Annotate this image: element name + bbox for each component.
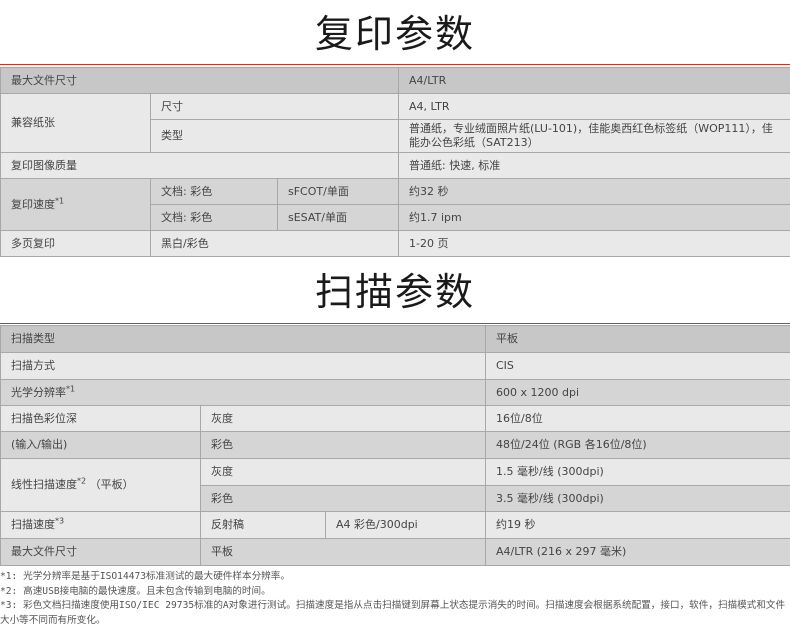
scan-speed-label: 扫描速度 <box>11 518 55 531</box>
scan-depth-color-value: 48位/24位 (RGB 各16位/8位) <box>485 431 790 459</box>
scan-io-label: (输入/输出) <box>0 431 201 459</box>
scan-line-footnote-ref: *2 <box>77 476 87 486</box>
scan-speed-label-cell: 扫描速度*3 <box>0 511 201 539</box>
scan-row-resolution: 光学分辨率*1 600 x 1200 dpi <box>0 379 790 406</box>
scan-depth-gray-value: 16位/8位 <box>485 405 790 432</box>
footnote-1: *1: 光学分辨率是基于ISO14473标准测试的最大硬件样本分辨率。 <box>0 571 290 582</box>
scan-type-value: 平板 <box>485 325 790 353</box>
scan-depth-color-label: 彩色 <box>200 431 486 459</box>
copy-quality-label: 复印图像质量 <box>0 152 400 179</box>
copy-speed-label-cell: 复印速度*1 <box>0 178 151 231</box>
scan-line-gray-label: 灰度 <box>200 458 486 486</box>
scan-row-depth-color: (输入/输出) 彩色 48位/24位 (RGB 各16位/8位) <box>0 431 790 459</box>
scan-method-value: CIS <box>485 352 790 380</box>
copy-multi-value: 1-20 页 <box>398 230 790 257</box>
scan-res-label: 光学分辨率 <box>11 385 66 399</box>
scan-speed-mode: A4 彩色/300dpi <box>325 511 486 539</box>
scan-row-method: 扫描方式 CIS <box>0 352 790 380</box>
scan-row-type: 扫描类型 平板 <box>0 325 790 353</box>
copy-accent-line <box>0 64 790 65</box>
copy-media-type-value: 普通纸，专业绒面照片纸(LU-101)，佳能奥西红色标签纸（WOP111），佳能… <box>398 119 790 153</box>
scan-line-color-value: 3.5 毫秒/线 (300dpi) <box>485 485 790 512</box>
scan-res-value: 600 x 1200 dpi <box>485 379 790 406</box>
copy-speed-value-2: 约1.7 ipm <box>398 204 790 231</box>
copy-row-multi: 多页复印 黑白/彩色 1-20 页 <box>0 230 790 257</box>
scan-speed-value: 约19 秒 <box>485 511 790 539</box>
copy-speed-label: 复印速度 <box>11 197 55 211</box>
copy-row-media-size: 兼容纸张 尺寸 A4, LTR <box>0 93 790 153</box>
scan-method-label: 扫描方式 <box>0 352 486 380</box>
copy-speed-footnote-ref: *1 <box>55 195 65 205</box>
scan-accent-line <box>0 323 790 324</box>
copy-section-title: 复印参数 <box>314 12 475 56</box>
scan-depth-label: 扫描色彩位深 <box>0 405 201 432</box>
copy-speed-mode-2: sESAT/单面 <box>276 204 400 231</box>
copy-media-label: 兼容纸张 <box>0 93 151 153</box>
copy-multi-label: 多页复印 <box>0 230 151 257</box>
scan-max-source: 平板 <box>200 538 486 566</box>
copy-media-size-value: A4, LTR <box>398 93 790 120</box>
copy-row-speed-1: 复印速度*1 文档: 彩色 sFCOT/单面 约32 秒 <box>0 178 790 231</box>
scan-res-label-cell: 光学分辨率*1 <box>0 379 486 406</box>
copy-speed-doc-1: 文档: 彩色 <box>150 178 278 205</box>
scan-row-line-gray: 线性扫描速度*2 （平板） 灰度 1.5 毫秒/线 (300dpi) <box>0 458 790 512</box>
scan-max-value: A4/LTR (216 x 297 毫米) <box>485 538 790 566</box>
scan-row-max-size: 最大文件尺寸 平板 A4/LTR (216 x 297 毫米) <box>0 538 790 566</box>
scan-line-label-cell: 线性扫描速度*2 （平板） <box>0 458 201 512</box>
scan-line-suffix: （平板） <box>89 478 134 491</box>
copy-speed-mode-1: sFCOT/单面 <box>276 178 400 205</box>
copy-row-quality: 复印图像质量 普通纸: 快速, 标准 <box>0 152 790 179</box>
footnote-2: *2: 高速USB接电脑的最快速度。且未包含传输到电脑的时间。 <box>0 585 271 597</box>
scan-line-color-label: 彩色 <box>200 485 486 512</box>
copy-row-max-size: 最大文件尺寸 A4/LTR <box>0 67 790 94</box>
copy-speed-doc-2: 文档: 彩色 <box>150 204 278 231</box>
scan-row-depth-gray: 扫描色彩位深 灰度 16位/8位 <box>0 405 790 432</box>
scan-row-speed: 扫描速度*3 反射稿 A4 彩色/300dpi 约19 秒 <box>0 511 790 539</box>
scan-speed-footnote-ref: *3 <box>55 516 65 526</box>
copy-multi-mode: 黑白/彩色 <box>149 230 400 257</box>
scan-speed-source: 反射稿 <box>200 511 326 539</box>
copy-quality-value: 普通纸: 快速, 标准 <box>398 152 790 179</box>
copy-speed-value-1: 约32 秒 <box>398 178 790 205</box>
scan-line-label: 线性扫描速度 <box>11 478 77 491</box>
scan-line-gray-value: 1.5 毫秒/线 (300dpi) <box>485 458 790 486</box>
copy-max-size-value: A4/LTR <box>398 67 790 94</box>
copy-media-type-label: 类型 <box>149 119 400 153</box>
copy-media-size-label: 尺寸 <box>149 93 400 120</box>
footnotes: *1: 光学分辨率是基于ISO14473标准测试的最大硬件样本分辨率。 *2: … <box>0 570 790 628</box>
scan-section-title: 扫描参数 <box>314 270 475 314</box>
footnote-3: *3: 彩色文档扫描速度使用ISO/IEC 29735标准的A对象进行测试。扫描… <box>0 600 786 626</box>
scan-depth-gray-label: 灰度 <box>200 405 486 432</box>
copy-max-size-label: 最大文件尺寸 <box>0 67 400 94</box>
scan-spec-table: 扫描类型 平板 扫描方式 CIS 光学分辨率*1 600 x 1200 dpi … <box>0 325 790 566</box>
copy-spec-table: 最大文件尺寸 A4/LTR 兼容纸张 尺寸 A4, LTR 类型 普通纸，专业绒… <box>0 67 790 257</box>
scan-max-label: 最大文件尺寸 <box>0 538 201 566</box>
scan-type-label: 扫描类型 <box>0 325 486 353</box>
scan-res-footnote-ref: *1 <box>66 383 76 393</box>
